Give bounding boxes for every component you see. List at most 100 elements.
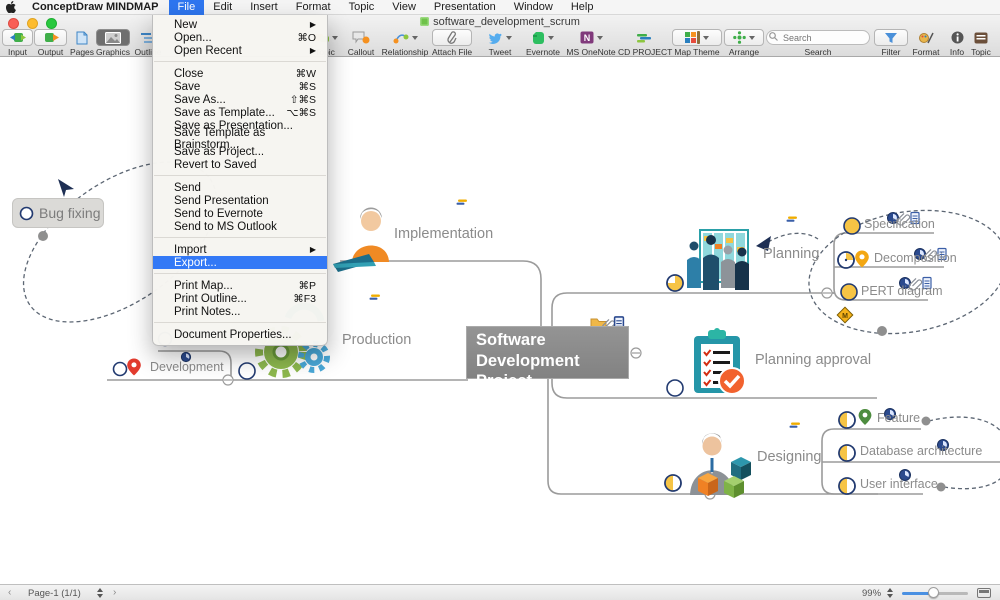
next-page-button[interactable]: › (113, 587, 116, 598)
implementation-illustration-icon (333, 207, 389, 272)
menu-item-save[interactable]: Save⌘S (153, 80, 327, 93)
output-button[interactable]: Output (34, 29, 67, 57)
callout-button[interactable]: Callout (342, 29, 380, 57)
link-dot-bugfix[interactable] (38, 231, 48, 241)
menu-view[interactable]: View (383, 0, 425, 15)
menu-topic[interactable]: Topic (340, 0, 384, 15)
menu-item-import[interactable]: Import▶ (153, 243, 327, 256)
chevron-down-icon (548, 36, 554, 40)
cd-project-button[interactable]: CD PROJECT (618, 29, 670, 57)
topic-decomposition[interactable]: Decomposition (874, 251, 957, 265)
evernote-button[interactable]: Evernote (522, 29, 564, 57)
callout-icon (352, 31, 370, 44)
input-button[interactable]: Input (2, 29, 33, 57)
arrange-icon (733, 31, 746, 44)
topic-planning-approval[interactable]: Planning approval (755, 352, 871, 368)
link-dot-ellipse[interactable] (877, 326, 887, 336)
menu-file[interactable]: File (169, 0, 205, 15)
central-topic-line2: Development Project (476, 351, 628, 392)
graphics-button[interactable]: Graphics (96, 29, 130, 57)
menu-item-send-to-evernote[interactable]: Send to Evernote (153, 207, 327, 220)
menu-separator (154, 237, 326, 238)
pin-green-icon (859, 409, 872, 425)
menu-item-save-template-as-brainstorm[interactable]: Save Template as Brainstorm... (153, 132, 327, 145)
page-stepper[interactable] (96, 588, 105, 598)
arrange-button[interactable]: Arrange (724, 29, 764, 57)
relationship-button[interactable]: Relationship (380, 29, 430, 57)
topic-panel-button[interactable]: Topic (966, 29, 996, 57)
format-button[interactable]: Format (908, 29, 944, 57)
menu-separator (154, 322, 326, 323)
menu-item-print-outline[interactable]: Print Outline...⌘F3 (153, 292, 327, 305)
topic-panel-icon (974, 32, 988, 44)
topic-planning[interactable]: Planning (763, 246, 819, 262)
menu-item-export[interactable]: Export... (153, 256, 327, 269)
note-marker-icon (790, 423, 801, 428)
ms-onenote-button[interactable]: N MS OneNote (566, 29, 616, 57)
topic-specification[interactable]: Specification (864, 217, 935, 231)
onenote-icon: N (580, 31, 594, 44)
menu-separator (154, 273, 326, 274)
document-icon (420, 17, 429, 26)
collapse-handle[interactable] (631, 348, 641, 358)
central-topic[interactable]: Software Development Project (466, 326, 629, 379)
status-bar: ‹ Page-1 (1/1) › 99% (0, 584, 1000, 600)
progress-development-0 (114, 363, 127, 376)
filter-button[interactable]: Filter (874, 29, 908, 57)
map-theme-icon (685, 31, 700, 44)
attach-file-button[interactable]: Attach File (432, 29, 472, 57)
menu-item-open-recent[interactable]: Open Recent▶ (153, 44, 327, 57)
progress-specification-100 (844, 218, 860, 234)
menu-item-revert-to-saved[interactable]: Revert to Saved (153, 158, 327, 171)
menu-window[interactable]: Window (505, 0, 562, 15)
menu-format[interactable]: Format (287, 0, 340, 15)
menu-insert[interactable]: Insert (241, 0, 287, 15)
menu-item-print-map[interactable]: Print Map...⌘P (153, 279, 327, 292)
paperclip-icon (447, 31, 457, 44)
zoom-slider-handle[interactable] (928, 587, 939, 598)
apple-menu-icon[interactable] (0, 1, 22, 13)
progress-planning-75 (667, 275, 683, 291)
topic-production[interactable]: Production (342, 332, 411, 348)
tweet-button[interactable]: Tweet (480, 29, 520, 57)
menu-edit[interactable]: Edit (204, 0, 241, 15)
topic-feature[interactable]: Feature (877, 411, 920, 425)
prev-page-button[interactable]: ‹ (8, 587, 11, 598)
search-input[interactable] (766, 30, 870, 45)
menu-presentation[interactable]: Presentation (425, 0, 505, 15)
menu-item-send[interactable]: Send (153, 181, 327, 194)
map-theme-button[interactable]: Map Theme (672, 29, 722, 57)
topic-development[interactable]: Development (150, 360, 224, 374)
topic-implementation[interactable]: Implementation (394, 226, 493, 242)
toolbar: software_development_scrum Input Output … (0, 15, 1000, 57)
dashed-link-ui-db[interactable] (944, 459, 1000, 489)
collapse-handle[interactable] (223, 375, 233, 385)
chevron-down-icon (506, 36, 512, 40)
topic-database-architecture[interactable]: Database architecture (860, 444, 982, 458)
dashed-link-planning[interactable] (768, 233, 818, 242)
topic-pert-diagram[interactable]: PERT diagram (861, 284, 943, 298)
menu-item-save-as[interactable]: Save As...⇧⌘S (153, 93, 327, 106)
menu-item-new[interactable]: New▶ (153, 18, 327, 31)
topic-user-interface[interactable]: User interface (860, 477, 938, 491)
mindmap-canvas: M (0, 0, 1000, 600)
menu-item-close[interactable]: Close⌘W (153, 67, 327, 80)
topic-bug-fixing[interactable]: Bug fixing (12, 198, 104, 228)
topic-designing[interactable]: Designing (757, 449, 822, 465)
menu-help[interactable]: Help (562, 0, 603, 15)
chevron-down-icon (412, 36, 418, 40)
info-icon (951, 31, 964, 44)
fit-page-icon[interactable] (977, 588, 991, 598)
menu-item-send-presentation[interactable]: Send Presentation (153, 194, 327, 207)
zoom-stepper[interactable] (886, 588, 895, 598)
link-dot-feature[interactable] (922, 417, 931, 426)
menu-item-send-to-ms-outlook[interactable]: Send to MS Outlook (153, 220, 327, 233)
menu-item-open[interactable]: Open...⌘O (153, 31, 327, 44)
menu-item-document-properties[interactable]: Document Properties... (153, 328, 327, 341)
menu-item-save-as-template[interactable]: Save as Template...⌥⌘S (153, 106, 327, 119)
pages-button[interactable]: Pages (68, 29, 96, 57)
menu-item-print-notes[interactable]: Print Notes... (153, 305, 327, 318)
app-name[interactable]: ConceptDraw MINDMAP (22, 1, 169, 13)
progress-database-50 (839, 445, 855, 461)
collapse-handle[interactable] (822, 288, 832, 298)
